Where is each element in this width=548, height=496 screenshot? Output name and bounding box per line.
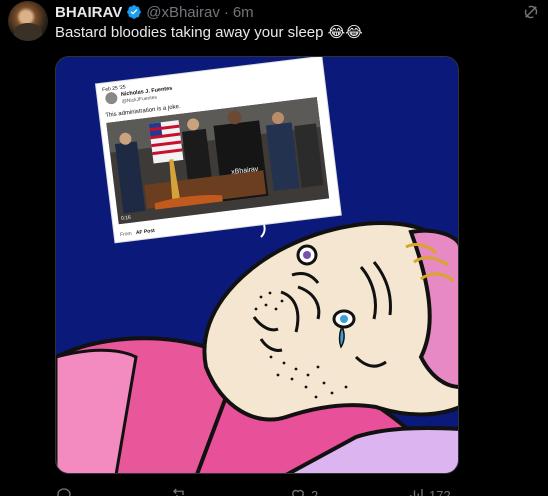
repost-icon [173, 488, 184, 496]
tweet-post[interactable]: BHAIRAV @xBhairav · 6m Bastard bloodies … [0, 0, 548, 496]
views-count: 172 [429, 487, 451, 496]
like-button[interactable]: 2 [289, 486, 318, 496]
tweet-header: BHAIRAV @xBhairav · 6m [55, 2, 254, 22]
tweet-text: Bastard bloodies taking away your sleep … [55, 23, 363, 41]
embedded-tweet-screenshot: Feb 25 '25 Nicholas J. Fuentes @NickJFue… [94, 57, 342, 244]
verified-badge-icon [127, 5, 142, 19]
repost-button[interactable] [171, 486, 193, 496]
views-bar-chart-icon [410, 489, 423, 496]
views-button[interactable]: 172 [407, 486, 451, 496]
tweet-emoji: 😂😂 [327, 24, 363, 41]
post-time[interactable]: 6m [233, 4, 254, 21]
reply-icon [57, 488, 71, 496]
grok-icon[interactable] [522, 3, 540, 21]
embedded-video-time: 0:16 [121, 215, 132, 222]
author-avatar[interactable] [8, 1, 48, 41]
action-bar: 2 172 [55, 486, 535, 496]
tweet-text-body: Bastard bloodies taking away your sleep [55, 24, 324, 41]
like-count: 2 [311, 487, 319, 496]
author-handle[interactable]: @xBhairav [146, 4, 220, 21]
separator-dot: · [223, 3, 229, 21]
heart-icon [292, 489, 304, 496]
reply-button[interactable] [55, 486, 77, 496]
author-display-name[interactable]: BHAIRAV [55, 4, 122, 21]
tweet-media-image[interactable]: Feb 25 '25 Nicholas J. Fuentes @NickJFue… [55, 56, 459, 474]
meme-illustration: Feb 25 '25 Nicholas J. Fuentes @NickJFue… [56, 57, 458, 473]
